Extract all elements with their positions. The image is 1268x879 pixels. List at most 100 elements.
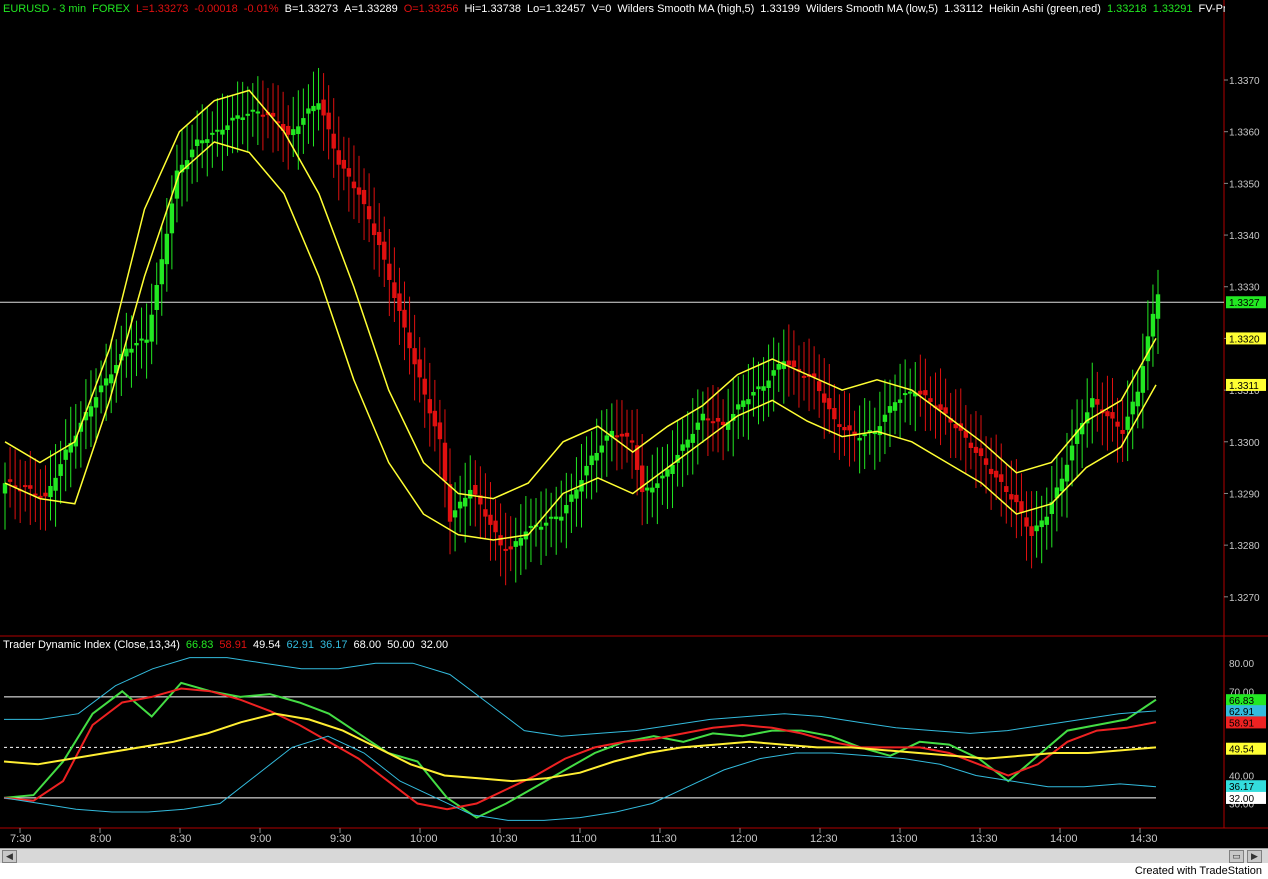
- last-price: L=1.33273: [136, 3, 189, 15]
- candle-body: [518, 538, 524, 546]
- candle-body: [842, 426, 847, 431]
- tdi-yellow-value: 49.54: [252, 639, 281, 651]
- candle-body: [462, 497, 468, 507]
- candle-body: [1064, 464, 1070, 482]
- horizontal-scrollbar[interactable]: ◀ ▭ ▶: [0, 848, 1268, 863]
- candle-body: [559, 516, 564, 521]
- candle-body: [543, 522, 549, 526]
- candle-body: [670, 464, 675, 474]
- candle-body: [1029, 526, 1034, 536]
- candle-body: [341, 159, 347, 169]
- candle-body: [371, 223, 377, 236]
- trading-chart[interactable]: 1.32701.32801.32901.33001.33101.33201.33…: [0, 0, 1268, 848]
- candle-body: [629, 440, 635, 443]
- candle-body: [124, 348, 129, 357]
- candle-body: [973, 446, 979, 453]
- ma-high-value: 1.33199: [760, 3, 801, 15]
- heikin-value-2: 1.33291: [1152, 3, 1193, 15]
- candle-body: [746, 399, 751, 405]
- tdi-cyan-lower-value: 36.17: [320, 639, 348, 651]
- candle-body: [1110, 412, 1115, 419]
- candles-group: [2, 67, 1161, 586]
- indicator-value-tag-label: 58.91: [1229, 718, 1254, 729]
- candle-body: [103, 378, 109, 386]
- candle-body: [427, 399, 432, 414]
- candle-body: [28, 485, 33, 489]
- time-tick-label: 10:00: [410, 833, 438, 845]
- candle-body: [993, 470, 999, 478]
- candle-body: [650, 487, 655, 493]
- candle-body: [144, 339, 149, 343]
- price-tick-label: 1.3350: [1229, 179, 1260, 190]
- candle-body: [316, 103, 321, 110]
- price-tick-label: 1.3270: [1229, 593, 1260, 604]
- candle-body: [93, 397, 99, 408]
- candle-body: [1125, 416, 1130, 430]
- candle-body: [205, 139, 210, 143]
- candle-body: [483, 509, 488, 517]
- candle-body: [1135, 391, 1140, 407]
- candle-body: [594, 452, 599, 461]
- candle-body: [1009, 494, 1014, 500]
- price-chart-header: EURUSD - 3 min FOREX L=1.33273 -0.00018 -0.0…: [3, 3, 1225, 15]
- candle-body: [1140, 366, 1146, 393]
- candle-body: [392, 282, 397, 299]
- candle-body: [548, 516, 554, 519]
- candle-body: [139, 338, 144, 341]
- candle-body: [285, 125, 291, 135]
- tdi-red-value: 58.91: [219, 639, 247, 651]
- tdi-green-line: [3, 681, 1157, 819]
- high-price: Hi=1.33738: [464, 3, 522, 15]
- zoom-button[interactable]: ▭: [1229, 850, 1244, 863]
- candle-body: [498, 535, 503, 546]
- candle-body: [245, 113, 250, 116]
- footer-credit: Created with TradeStation: [1134, 865, 1262, 877]
- candle-body: [189, 149, 195, 158]
- candle-body: [710, 421, 716, 424]
- candle-body: [48, 485, 53, 498]
- scroll-right-button[interactable]: ▶: [1247, 850, 1262, 863]
- candle-body: [7, 479, 13, 482]
- candle-body: [816, 381, 822, 392]
- time-tick-label: 7:30: [10, 833, 31, 845]
- tdi-green-value: 66.83: [185, 639, 214, 651]
- candle-body: [1059, 478, 1065, 492]
- indicator-value-tag-label: 49.54: [1229, 745, 1254, 756]
- candle-body: [321, 99, 326, 116]
- candle-body: [159, 259, 164, 285]
- indicator-label: Trader Dynamic Index (Close,13,34): [3, 639, 180, 651]
- candle-body: [569, 494, 574, 502]
- candle-body: [1069, 445, 1075, 461]
- tdi-red-line: [3, 687, 1157, 811]
- candle-body: [1034, 525, 1039, 532]
- candle-body: [1090, 398, 1095, 408]
- candle-body: [442, 442, 448, 482]
- candle-body: [53, 477, 58, 491]
- candle-body: [1024, 517, 1029, 527]
- candle-body: [665, 469, 670, 477]
- time-tick-label: 10:30: [490, 833, 518, 845]
- time-tick-label: 14:30: [1130, 833, 1158, 845]
- candle-body: [108, 374, 114, 384]
- tdi-cyan-lower-line: [3, 735, 1157, 821]
- candle-body: [690, 433, 695, 443]
- time-tick-label: 8:00: [90, 833, 111, 845]
- ma-low-value: 1.33112: [944, 3, 984, 15]
- bid-price: B=1.33273: [284, 3, 339, 15]
- candle-body: [164, 233, 170, 265]
- time-tick-label: 12:30: [810, 833, 838, 845]
- candle-body: [1115, 421, 1120, 427]
- candle-body: [397, 293, 402, 312]
- price-tick-label: 1.3330: [1229, 283, 1260, 294]
- candle-body: [968, 442, 974, 448]
- scroll-left-button[interactable]: ◀: [2, 850, 17, 863]
- candle-body: [452, 510, 458, 518]
- price-tag-label: 1.3320: [1229, 334, 1260, 345]
- candle-body: [1155, 294, 1161, 319]
- time-tick-label: 11:00: [570, 833, 597, 845]
- candle-body: [382, 241, 387, 260]
- level-68-value: 68.00: [353, 639, 382, 651]
- candle-body: [134, 343, 139, 346]
- candle-body: [235, 115, 240, 119]
- candle-body: [1019, 501, 1024, 513]
